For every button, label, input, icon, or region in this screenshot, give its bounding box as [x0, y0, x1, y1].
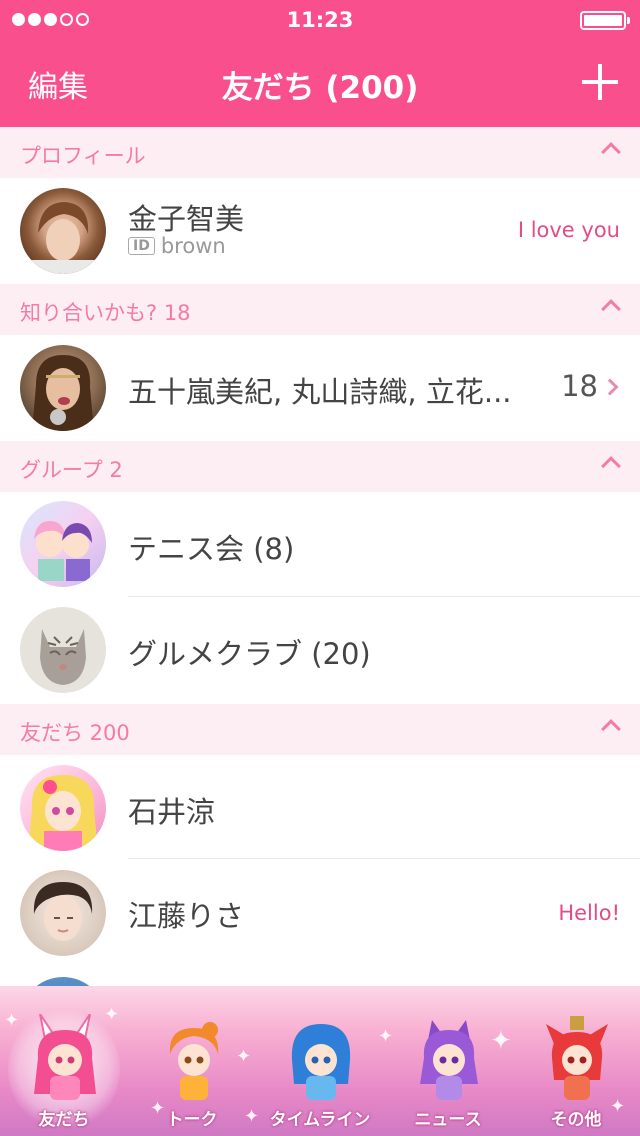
add-friend-icon[interactable] [582, 64, 618, 100]
profile-id-value: brown [160, 234, 226, 258]
friend-row-partial[interactable] [0, 967, 640, 1063]
chevron-up-icon[interactable] [601, 299, 621, 319]
friend-row[interactable]: 石井涼 [0, 755, 640, 859]
chevron-up-icon[interactable] [601, 456, 621, 476]
navigation-bar: 11:23 編集 友だち (200) [0, 0, 640, 127]
avatar [20, 607, 106, 693]
suggested-names: 五十嵐美紀, 丸山詩織, 立花... [128, 375, 512, 409]
tab-label: 友だち [38, 1110, 90, 1130]
section-header-friends[interactable]: 友だち 200 [0, 704, 640, 755]
battery-icon [580, 11, 630, 30]
tab-label: その他 [550, 1110, 602, 1130]
chevron-up-icon[interactable] [601, 719, 621, 739]
section-label: グループ 2 [20, 458, 123, 482]
profile-row[interactable]: 金子智美 ID brown I love you [0, 178, 640, 284]
group-name: テニス会 (8) [128, 532, 295, 566]
edit-button[interactable]: 編集 [28, 62, 88, 106]
status-message: I love you [517, 218, 620, 242]
chevron-up-icon[interactable] [601, 142, 621, 162]
id-badge: ID [128, 237, 155, 255]
timeline-tab-icon [291, 1024, 351, 1100]
section-label: 友だち 200 [20, 721, 130, 745]
group-name: グルメクラブ (20) [128, 637, 371, 671]
page-title: 友だち (200) [221, 70, 419, 106]
tab-timeline[interactable]: タイムライン [256, 986, 384, 1136]
avatar [20, 765, 106, 851]
suggested-friends-row[interactable]: 五十嵐美紀, 丸山詩織, 立花... 18 [0, 335, 640, 441]
section-label: 知り合いかも? 18 [20, 301, 191, 325]
status-message: Hello! [558, 901, 620, 925]
friends-tab-icon [34, 1014, 96, 1100]
tab-friends[interactable]: 友だち [0, 986, 128, 1136]
section-header-suggested[interactable]: 知り合いかも? 18 [0, 284, 640, 335]
avatar [20, 501, 106, 587]
news-tab-icon [420, 1020, 478, 1100]
tab-label: タイムライン [269, 1110, 371, 1130]
section-header-groups[interactable]: グループ 2 [0, 441, 640, 492]
more-tab-icon [546, 1016, 608, 1100]
avatar [20, 345, 106, 431]
friend-row[interactable]: 江藤りさ Hello! [0, 859, 640, 967]
section-label: プロフィール [20, 144, 146, 168]
profile-id: ID brown [128, 234, 226, 258]
status-bar: 11:23 [0, 0, 640, 40]
tab-talk[interactable]: トーク [128, 986, 256, 1136]
status-time: 11:23 [286, 8, 354, 32]
group-row[interactable]: テニス会 (8) [0, 492, 640, 597]
tab-label: ニュース [414, 1110, 482, 1130]
section-header-profile[interactable]: プロフィール [0, 127, 640, 178]
tab-more[interactable]: その他 [512, 986, 640, 1136]
group-row[interactable]: グルメクラブ (20) [0, 597, 640, 704]
avatar [20, 188, 106, 274]
tab-bar: ✦ ✦ ✦ ✦ ✦ ✦ ✦ ✦ 友だち トーク タイムライン ニュース その他 [0, 986, 640, 1136]
suggested-count: 18 [561, 369, 598, 403]
profile-name: 金子智美 [128, 202, 245, 236]
tab-label: トーク [166, 1110, 218, 1130]
friend-name: 石井涼 [128, 795, 216, 829]
friend-name: 江藤りさ [128, 899, 245, 933]
tab-news[interactable]: ニュース [384, 986, 512, 1136]
avatar [20, 870, 106, 956]
talk-tab-icon [169, 1022, 219, 1100]
chevron-right-icon[interactable] [601, 378, 619, 396]
